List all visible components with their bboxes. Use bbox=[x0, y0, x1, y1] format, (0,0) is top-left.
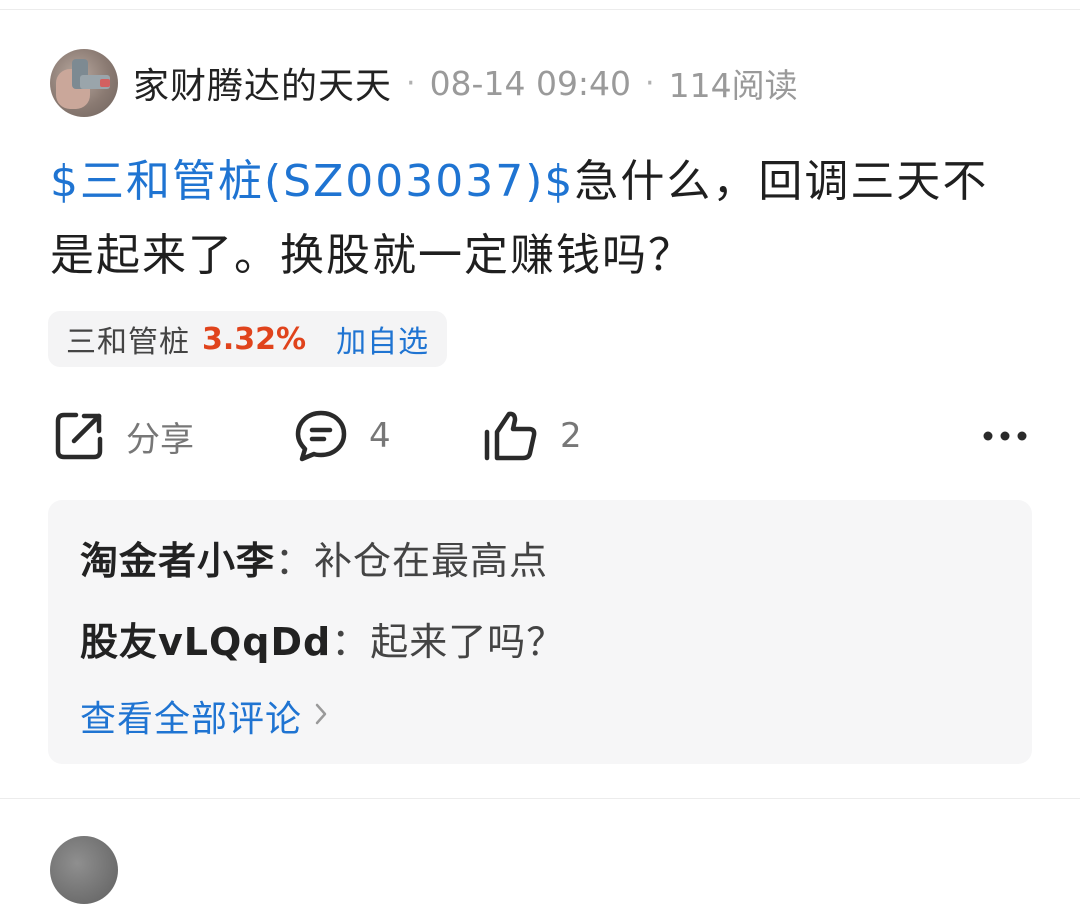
more-icon bbox=[982, 430, 1028, 442]
comment-button[interactable]: 4 bbox=[293, 405, 391, 467]
thumbs-up-icon bbox=[482, 408, 540, 464]
stock-chip-name: 三和管桩 bbox=[66, 325, 190, 360]
avatar[interactable] bbox=[50, 836, 118, 904]
action-bar: 分享 4 2 bbox=[0, 405, 1080, 467]
comment-separator: ： bbox=[275, 539, 315, 583]
comment-preview-box[interactable]: 淘金者小李：补仓在最高点 股友vLQqDd：起来了吗？ 查看全部评论 bbox=[48, 500, 1032, 764]
avatar[interactable] bbox=[50, 49, 118, 117]
post-divider bbox=[0, 798, 1080, 799]
like-button[interactable]: 2 bbox=[482, 405, 582, 467]
post-header: 家财腾达的天天 · 08-14 09:40 · 114阅读 bbox=[50, 48, 798, 118]
add-to-watchlist-button[interactable]: 加自选 bbox=[336, 317, 429, 361]
comment-separator: ： bbox=[331, 620, 371, 664]
like-count: 2 bbox=[560, 416, 582, 456]
top-divider bbox=[0, 0, 1080, 10]
comment-text: 补仓在最高点 bbox=[314, 539, 549, 583]
share-button[interactable]: 分享 bbox=[52, 405, 194, 467]
comment-count: 4 bbox=[369, 416, 391, 456]
more-options-button[interactable] bbox=[982, 425, 1028, 447]
view-all-label: 查看全部评论 bbox=[80, 699, 303, 740]
view-all-comments-link[interactable]: 查看全部评论 bbox=[80, 690, 328, 742]
post-content[interactable]: $三和管桩(SZ003037)$急什么，回调三天不是起来了。换股就一定赚钱吗？ bbox=[50, 145, 1030, 293]
stock-chip-change: 3.32% bbox=[202, 321, 307, 357]
comment-text: 起来了吗？ bbox=[370, 620, 566, 664]
comment-item[interactable]: 淘金者小李：补仓在最高点 bbox=[80, 530, 548, 585]
read-count: 114阅读 bbox=[668, 66, 798, 105]
comment-icon bbox=[293, 408, 349, 464]
chevron-right-icon bbox=[314, 699, 328, 734]
post-card[interactable]: 家财腾达的天天 · 08-14 09:40 · 114阅读 $三和管桩(SZ00… bbox=[0, 10, 1080, 800]
share-label: 分享 bbox=[126, 419, 194, 460]
commenter-name[interactable]: 股友vLQqDd bbox=[80, 620, 331, 664]
stock-chip[interactable]: 三和管桩 3.32% 加自选 bbox=[48, 311, 448, 367]
comment-item[interactable]: 股友vLQqDd：起来了吗？ bbox=[80, 611, 565, 666]
stock-tag-link[interactable]: $三和管桩(SZ003037)$ bbox=[50, 156, 574, 207]
commenter-name[interactable]: 淘金者小李 bbox=[80, 539, 275, 583]
post-meta: · 08-14 09:40 · 114阅读 bbox=[392, 59, 798, 107]
share-icon bbox=[52, 409, 106, 463]
author-name[interactable]: 家财腾达的天天 bbox=[133, 57, 392, 109]
post-date: 08-14 09:40 bbox=[429, 63, 632, 103]
